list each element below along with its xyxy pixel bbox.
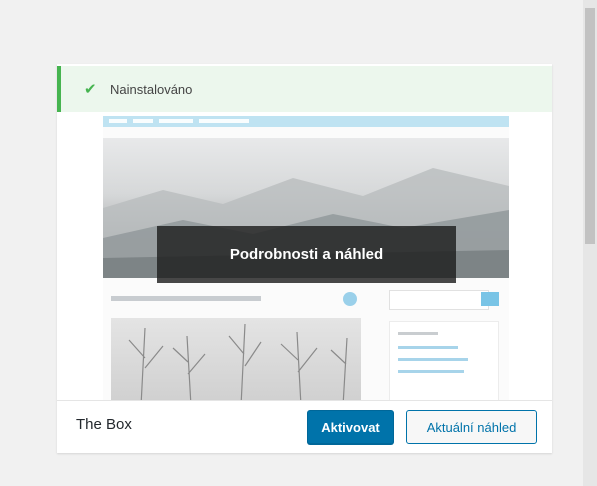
screenshot-post-title	[111, 296, 261, 301]
page-scrollbar[interactable]	[583, 0, 597, 486]
scrollbar-thumb[interactable]	[585, 8, 595, 244]
screenshot-nav-bar	[103, 116, 509, 127]
details-preview-overlay[interactable]: Podrobnosti a náhled	[157, 226, 456, 283]
screenshot-hero-image: Podrobnosti a náhled	[103, 138, 509, 283]
activate-button[interactable]: Aktivovat	[307, 410, 394, 444]
notice-text: Nainstalováno	[110, 81, 193, 97]
screenshot-sidebar	[375, 286, 509, 406]
screenshot-post-image	[111, 318, 361, 406]
live-preview-button[interactable]: Aktuální náhled	[406, 410, 537, 444]
overlay-label: Podrobnosti a náhled	[229, 246, 384, 263]
theme-screenshot[interactable]: Podrobnosti a náhled	[103, 116, 509, 406]
screenshot-comment-badge	[343, 292, 357, 306]
check-icon: ✔	[84, 81, 97, 98]
theme-name: The Box	[76, 416, 132, 433]
theme-footer: The Box Aktivovat Aktuální náhled	[57, 400, 552, 453]
theme-card[interactable]: ✔ Nainstalováno Podrobnosti a náhled The…	[57, 64, 552, 453]
installed-notice: ✔ Nainstalováno	[57, 66, 552, 112]
